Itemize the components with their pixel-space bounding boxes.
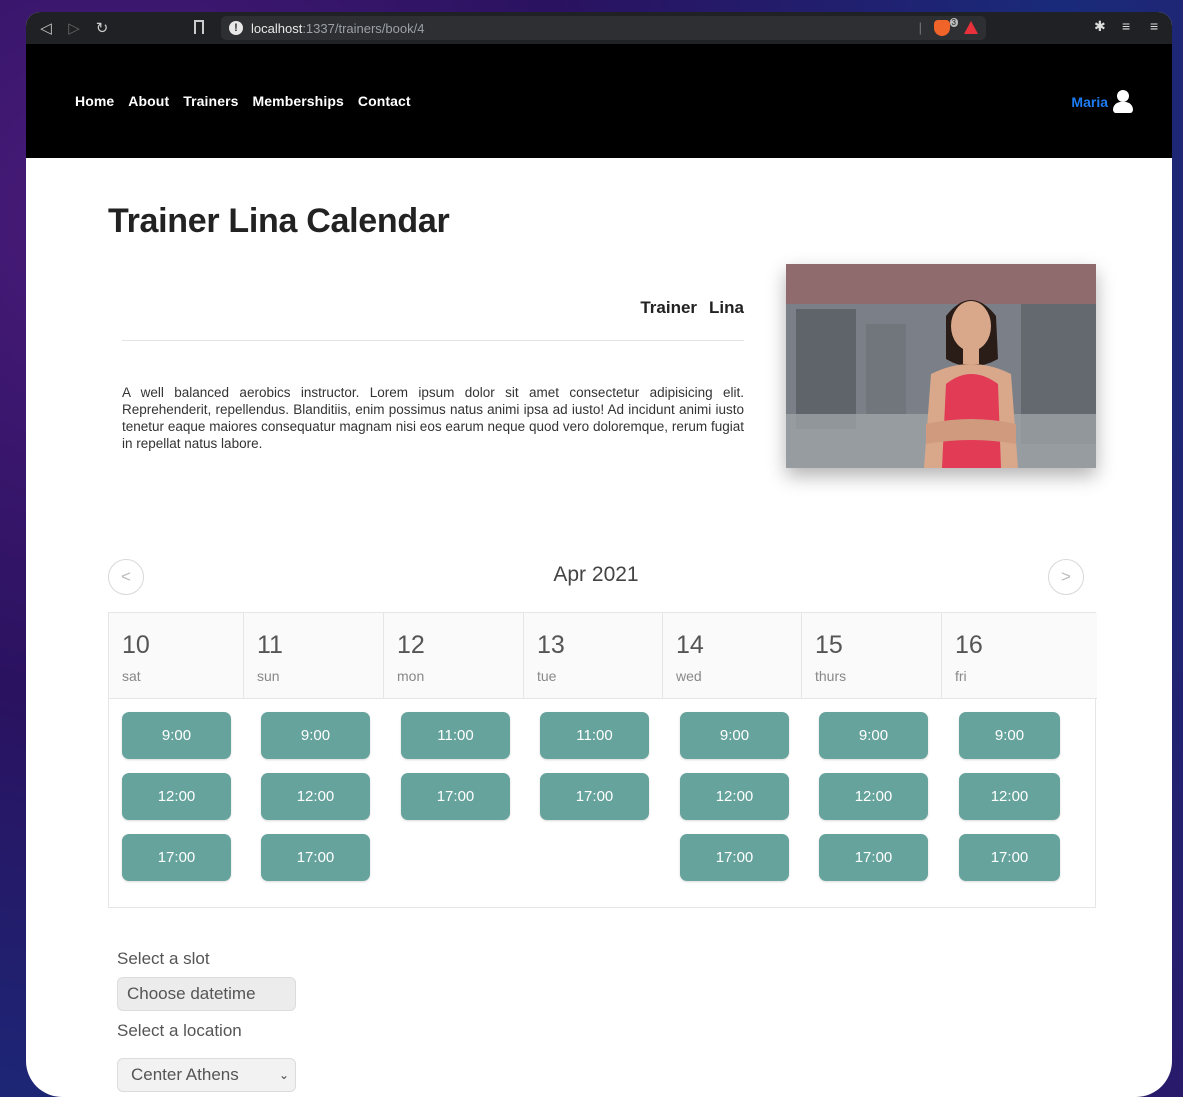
- trainer-photo-illustration: [786, 264, 1096, 468]
- url-host: localhost: [251, 20, 303, 36]
- nav-trainers[interactable]: Trainers: [183, 93, 238, 109]
- prev-label: <: [121, 567, 131, 586]
- time-slot-button[interactable]: 9:00: [819, 712, 928, 759]
- trainer-name: Trainer Lina: [122, 298, 744, 318]
- location-label: Select a location: [117, 1021, 242, 1040]
- day-header-11: 11 sun: [244, 613, 384, 699]
- browser-toolbar: ◁ ▷ ↻ ! localhost:1337/trainers/book/4 |…: [26, 12, 1172, 44]
- day-of-week: fri: [955, 668, 967, 684]
- time-slot-button[interactable]: 17:00: [680, 834, 789, 881]
- time-slot-button[interactable]: 12:00: [122, 773, 231, 820]
- shields-count: 3: [949, 18, 958, 27]
- day-of-week: wed: [676, 668, 702, 684]
- page-title: Trainer Lina Calendar: [108, 202, 450, 240]
- nav-links: Home About Trainers Memberships Contact: [75, 93, 411, 109]
- nav-home[interactable]: Home: [75, 93, 114, 109]
- browser-window: ◁ ▷ ↻ ! localhost:1337/trainers/book/4 |…: [26, 12, 1172, 1097]
- user-menu[interactable]: Maria: [1071, 90, 1134, 114]
- day-number: 10: [122, 631, 150, 659]
- time-slot-button[interactable]: 17:00: [261, 834, 370, 881]
- next-label: >: [1061, 567, 1071, 586]
- day-number: 12: [397, 631, 425, 659]
- user-name[interactable]: Maria: [1071, 94, 1108, 110]
- site-info-icon[interactable]: !: [229, 21, 243, 35]
- trainer-description: A well balanced aerobics instructor. Lor…: [122, 385, 744, 451]
- divider: [122, 340, 744, 341]
- day-number: 16: [955, 631, 983, 659]
- prev-month-button[interactable]: <: [108, 559, 144, 595]
- address-bar[interactable]: ! localhost:1337/trainers/book/4 | 3: [221, 16, 986, 40]
- brave-rewards-icon[interactable]: [964, 21, 978, 34]
- day-number: 15: [815, 631, 843, 659]
- menu-icon[interactable]: ≡: [1150, 18, 1158, 34]
- time-slot-button[interactable]: 9:00: [959, 712, 1060, 759]
- day-header-16: 16 fri: [942, 613, 1097, 699]
- time-slot-button[interactable]: 11:00: [540, 712, 649, 759]
- time-slot-button[interactable]: 9:00: [680, 712, 789, 759]
- extensions-icon[interactable]: ✱: [1094, 18, 1106, 35]
- site-navbar: Home About Trainers Memberships Contact …: [26, 44, 1172, 158]
- brave-shields-icon[interactable]: [934, 20, 950, 36]
- day-of-week: mon: [397, 668, 425, 684]
- day-header-15: 15 thurs: [802, 613, 942, 699]
- time-slot-button[interactable]: 12:00: [261, 773, 370, 820]
- day-header-13: 13 tue: [524, 613, 663, 699]
- day-header-10: 10 sat: [109, 613, 244, 699]
- calendar-grid: 10 sat 9:00 12:00 17:00 11 sun 9:00 12:00 17:00 12…: [108, 612, 1097, 908]
- time-slot-button[interactable]: 17:00: [540, 773, 649, 820]
- day-of-week: sun: [257, 668, 280, 684]
- slot-input[interactable]: Choose datetime: [117, 977, 296, 1011]
- url-path: :1337/trainers/book/4: [302, 20, 425, 36]
- nav-about[interactable]: About: [128, 93, 169, 109]
- location-value: Center Athens: [131, 1065, 239, 1084]
- chevron-down-icon: ⌄: [278, 1068, 289, 1082]
- day-number: 14: [676, 631, 704, 659]
- nav-contact[interactable]: Contact: [358, 93, 411, 109]
- trainer-last: Lina: [709, 298, 744, 317]
- forward-icon[interactable]: ▷: [60, 19, 88, 37]
- trainer-first: Trainer: [640, 298, 698, 317]
- time-slot-button[interactable]: 17:00: [959, 834, 1060, 881]
- time-slot-button[interactable]: 12:00: [680, 773, 789, 820]
- time-slot-button[interactable]: 9:00: [261, 712, 370, 759]
- time-slot-button[interactable]: 11:00: [401, 712, 510, 759]
- trainer-photo: [786, 264, 1096, 468]
- reload-icon[interactable]: ↻: [88, 19, 116, 37]
- day-of-week: sat: [122, 668, 141, 684]
- day-header-12: 12 mon: [384, 613, 524, 699]
- next-month-button[interactable]: >: [1048, 559, 1084, 595]
- time-slot-button[interactable]: 12:00: [959, 773, 1060, 820]
- url-separator: |: [918, 20, 922, 35]
- day-of-week: thurs: [815, 668, 847, 684]
- time-slot-button[interactable]: 17:00: [401, 773, 510, 820]
- location-select[interactable]: Center Athens ⌄: [117, 1058, 296, 1092]
- day-of-week: tue: [537, 668, 557, 684]
- user-icon[interactable]: [1112, 90, 1134, 114]
- nav-memberships[interactable]: Memberships: [253, 93, 344, 109]
- month-label: Apr 2021: [553, 563, 639, 586]
- playlist-icon[interactable]: ≡: [1122, 18, 1130, 34]
- time-slot-button[interactable]: 12:00: [819, 773, 928, 820]
- bookmark-icon[interactable]: [194, 20, 204, 34]
- slot-label: Select a slot: [117, 949, 210, 968]
- time-slot-button[interactable]: 9:00: [122, 712, 231, 759]
- day-number: 11: [257, 631, 283, 659]
- time-slot-button[interactable]: 17:00: [819, 834, 928, 881]
- day-number: 13: [537, 631, 565, 659]
- day-header-14: 14 wed: [663, 613, 802, 699]
- back-icon[interactable]: ◁: [32, 19, 60, 37]
- time-slot-button[interactable]: 17:00: [122, 834, 231, 881]
